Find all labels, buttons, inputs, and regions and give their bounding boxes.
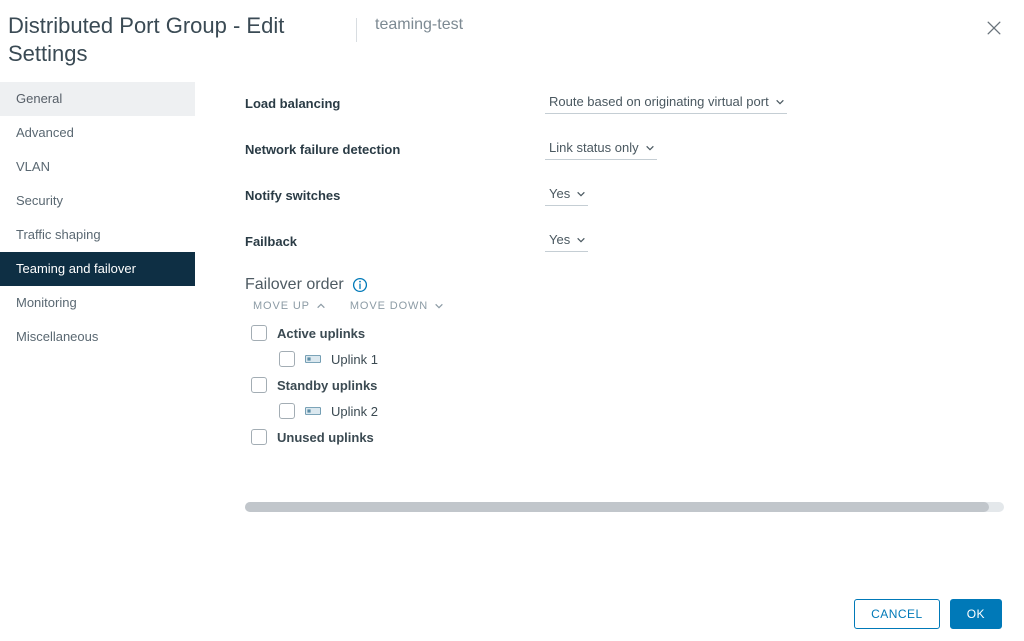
row-network-failure-detection: Network failure detection Link status on… <box>245 138 1004 160</box>
heading-text: Failover order <box>245 276 344 294</box>
label-network-failure-detection: Network failure detection <box>245 142 545 157</box>
horizontal-scrollbar[interactable] <box>245 502 1004 512</box>
chevron-down-icon <box>434 301 444 311</box>
failover-tree: Active uplinks Uplink 1 Standby uplinks … <box>245 320 1004 450</box>
chevron-down-icon <box>645 143 655 153</box>
button-label: CANCEL <box>871 607 923 621</box>
dialog-header: Distributed Port Group - Edit Settings t… <box>0 0 1024 72</box>
label-notify-switches: Notify switches <box>245 188 545 203</box>
label-failback: Failback <box>245 234 545 249</box>
select-load-balancing[interactable]: Route based on originating virtual port <box>545 92 787 114</box>
uplink-label: Uplink 2 <box>331 404 378 419</box>
checkbox[interactable] <box>279 351 295 367</box>
sidebar-item-security[interactable]: Security <box>0 184 195 218</box>
dialog-body: General Advanced VLAN Security Traffic s… <box>0 72 1024 584</box>
group-label: Standby uplinks <box>277 378 377 393</box>
failover-order-heading: Failover order <box>245 276 1004 294</box>
move-up-label: MOVE UP <box>253 300 310 312</box>
move-up-button[interactable]: MOVE UP <box>253 300 326 312</box>
select-value: Yes <box>549 186 570 201</box>
sidebar-item-traffic-shaping[interactable]: Traffic shaping <box>0 218 195 252</box>
sidebar-item-teaming-failover[interactable]: Teaming and failover <box>0 252 195 286</box>
group-unused-uplinks[interactable]: Unused uplinks <box>251 424 1004 450</box>
uplink-icon <box>305 353 321 365</box>
row-failback: Failback Yes <box>245 230 1004 252</box>
checkbox[interactable] <box>279 403 295 419</box>
sidebar-item-label: Miscellaneous <box>16 329 98 344</box>
title-separator <box>356 18 357 42</box>
button-label: OK <box>967 607 985 621</box>
cancel-button[interactable]: CANCEL <box>854 599 940 629</box>
group-standby-uplinks[interactable]: Standby uplinks <box>251 372 1004 398</box>
content: Load balancing Route based on originatin… <box>195 72 1024 584</box>
dialog-subtitle: teaming-test <box>375 16 463 34</box>
group-label: Unused uplinks <box>277 430 374 445</box>
ok-button[interactable]: OK <box>950 599 1002 629</box>
move-down-button[interactable]: MOVE DOWN <box>350 300 444 312</box>
group-active-uplinks[interactable]: Active uplinks <box>251 320 1004 346</box>
checkbox[interactable] <box>251 429 267 445</box>
sidebar-item-label: Advanced <box>16 125 74 140</box>
select-notify-switches[interactable]: Yes <box>545 184 588 206</box>
uplink-item[interactable]: Uplink 1 <box>251 346 1004 372</box>
sidebar-item-vlan[interactable]: VLAN <box>0 150 195 184</box>
sidebar: General Advanced VLAN Security Traffic s… <box>0 72 195 584</box>
move-controls: MOVE UP MOVE DOWN <box>245 300 1004 312</box>
sidebar-item-general[interactable]: General <box>0 82 195 116</box>
uplink-item[interactable]: Uplink 2 <box>251 398 1004 424</box>
uplink-icon <box>305 405 321 417</box>
select-network-failure-detection[interactable]: Link status only <box>545 138 657 160</box>
sidebar-item-label: Teaming and failover <box>16 261 136 276</box>
label-load-balancing: Load balancing <box>245 96 545 111</box>
info-icon[interactable] <box>352 277 368 293</box>
move-down-label: MOVE DOWN <box>350 300 428 312</box>
sidebar-item-advanced[interactable]: Advanced <box>0 116 195 150</box>
sidebar-item-monitoring[interactable]: Monitoring <box>0 286 195 320</box>
checkbox[interactable] <box>251 325 267 341</box>
select-value: Route based on originating virtual port <box>549 94 769 109</box>
row-load-balancing: Load balancing Route based on originatin… <box>245 92 1004 114</box>
sidebar-item-label: General <box>16 91 62 106</box>
uplink-label: Uplink 1 <box>331 352 378 367</box>
select-failback[interactable]: Yes <box>545 230 588 252</box>
group-label: Active uplinks <box>277 326 365 341</box>
close-icon[interactable] <box>984 18 1004 38</box>
sidebar-item-label: Traffic shaping <box>16 227 101 242</box>
chevron-down-icon <box>775 97 785 107</box>
sidebar-item-label: Security <box>16 193 63 208</box>
scrollbar-thumb[interactable] <box>245 502 989 512</box>
dialog-title: Distributed Port Group - Edit Settings <box>8 12 338 67</box>
chevron-down-icon <box>576 189 586 199</box>
dialog-footer: CANCEL OK <box>0 587 1024 641</box>
row-notify-switches: Notify switches Yes <box>245 184 1004 206</box>
sidebar-item-miscellaneous[interactable]: Miscellaneous <box>0 320 195 354</box>
checkbox[interactable] <box>251 377 267 393</box>
chevron-up-icon <box>316 301 326 311</box>
sidebar-item-label: Monitoring <box>16 295 77 310</box>
chevron-down-icon <box>576 235 586 245</box>
select-value: Yes <box>549 232 570 247</box>
select-value: Link status only <box>549 140 639 155</box>
sidebar-item-label: VLAN <box>16 159 50 174</box>
